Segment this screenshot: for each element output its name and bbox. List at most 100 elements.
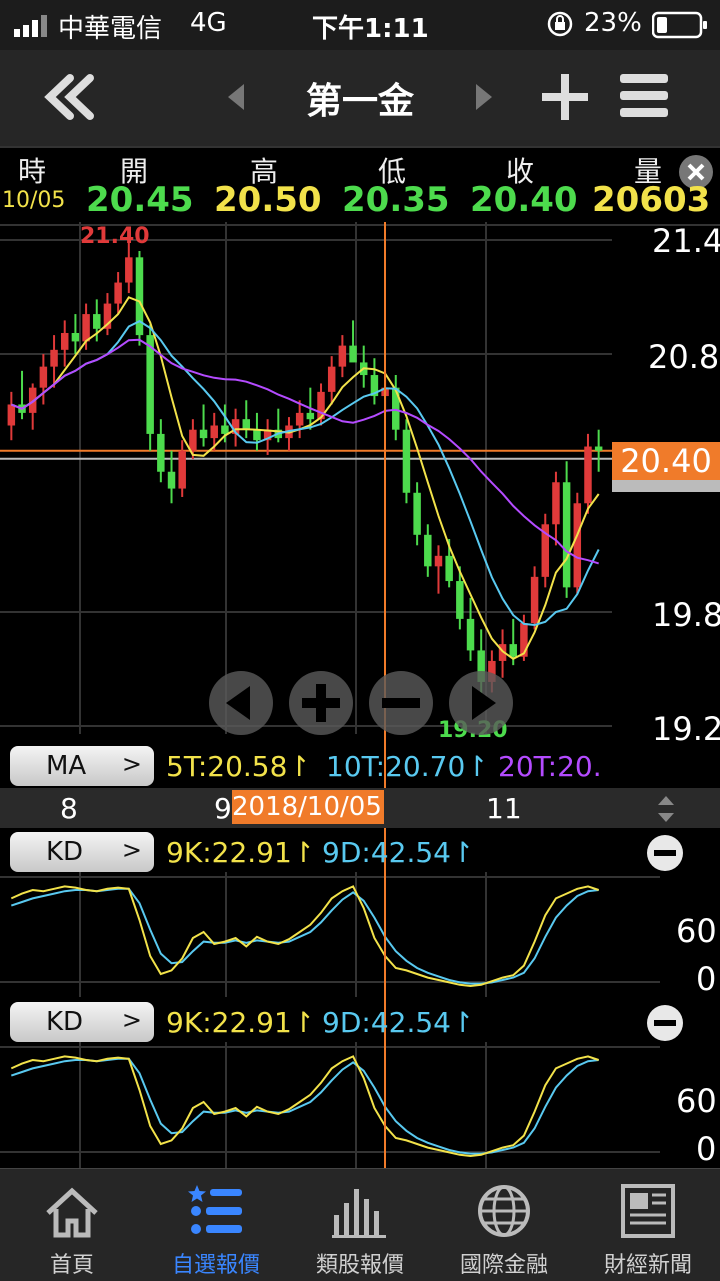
candle-body [210, 425, 218, 439]
carrier-name: 中華電信 [58, 14, 163, 44]
candle-body [50, 349, 58, 367]
kd-d-value-2: 9D:42.54↾ [322, 1006, 475, 1039]
candle-body [327, 366, 336, 392]
kd-indicator-button[interactable]: KD > [10, 832, 154, 872]
price-axis-label: 20.8 [648, 338, 720, 376]
kd-k-value: 9K:22.91↾ [166, 836, 316, 869]
tab-news[interactable]: 財經新聞 [576, 1169, 720, 1281]
kd-axis-label: 0 [696, 960, 717, 998]
candle-body [157, 433, 165, 472]
candle-body [189, 429, 197, 451]
stock-title: 第一金 [305, 81, 414, 122]
ma5-line [10, 296, 600, 660]
back-double-chevron-icon[interactable] [40, 72, 96, 126]
signal-icon [14, 14, 52, 44]
tab-sectors[interactable]: 類股報價 [288, 1169, 432, 1281]
newspaper-icon [621, 1184, 675, 1238]
kd-d-line [10, 887, 599, 985]
candle-body [456, 581, 464, 619]
ma10-value: 10T:20.70↾ [326, 750, 489, 783]
candle-body [584, 446, 592, 504]
kd-indicator-button-2[interactable]: KD > [10, 1002, 154, 1042]
zoom-out-button[interactable] [368, 670, 434, 740]
next-stock-icon[interactable] [474, 82, 494, 116]
candle-body [552, 482, 560, 525]
rotation-lock-icon [546, 10, 574, 45]
header-time: 時 [18, 155, 47, 188]
scroll-left-button[interactable] [208, 670, 274, 740]
candle-body [39, 366, 48, 388]
remove-panel-icon-2[interactable] [646, 1004, 684, 1046]
menu-icon[interactable] [620, 74, 668, 122]
zoom-in-button[interactable] [288, 670, 354, 740]
ma10-line [10, 320, 600, 627]
candle-body [530, 576, 539, 624]
candle-body [424, 534, 432, 567]
high-price-label: 21.40 [80, 224, 150, 249]
candle-body [242, 419, 251, 430]
battery-icon [651, 11, 708, 46]
kd-d-value: 9D:42.54↾ [322, 836, 475, 869]
price-tag-shadow [612, 480, 720, 492]
candle-body [167, 471, 176, 489]
candle-body [82, 314, 90, 342]
home-icon [46, 1187, 98, 1238]
kd-k-value-2: 9K:22.91↾ [166, 1006, 316, 1039]
kd-d-line [10, 1057, 599, 1155]
kd-axis-label: 0 [696, 1130, 717, 1168]
status-time: 下午1:11 [312, 14, 429, 44]
candle-body [402, 429, 411, 493]
candle-body [434, 555, 443, 567]
date-axis-label: 9 [214, 792, 232, 825]
quote-high: 20.50 [214, 180, 322, 220]
ma20-value: 20T:20. [498, 750, 602, 783]
cursor-date-label: 2018/10/05 [232, 790, 384, 824]
candle-body [306, 412, 315, 420]
remove-panel-icon[interactable] [646, 834, 684, 876]
candle-body [199, 429, 208, 439]
candle-body [413, 492, 421, 535]
tab-bar: 首頁 自選報價 類股報價 國際金融 財經新聞 [0, 1168, 720, 1281]
price-axis-label: 19.2 [652, 710, 720, 748]
candle-body [338, 345, 347, 367]
candle-body [221, 425, 229, 434]
candle-body [562, 482, 571, 588]
candle-body [594, 446, 603, 451]
chevron-right-icon: > [121, 836, 142, 864]
tab-international[interactable]: 國際金融 [432, 1169, 576, 1281]
candle-body [60, 333, 69, 350]
current-price-tag: 20.40 [612, 442, 720, 480]
status-bar: 中華電信 4G 下午1:11 23% [0, 0, 720, 50]
chevron-right-icon: > [121, 1006, 142, 1034]
resize-handle-icon[interactable] [656, 794, 676, 828]
quote-open: 20.45 [86, 180, 194, 220]
ma-indicator-button[interactable]: MA > [10, 746, 154, 786]
kd-axis-label: 60 [676, 1082, 717, 1120]
candle-body [295, 412, 304, 426]
candle-body [466, 618, 475, 651]
price-axis-label: 19.8 [652, 596, 720, 634]
battery-percent: 23% [584, 8, 642, 38]
candle-body [146, 335, 154, 434]
tab-watchlist[interactable]: 自選報價 [144, 1169, 288, 1281]
candle-body [125, 257, 133, 283]
kd-axis-label: 60 [676, 912, 717, 950]
quote-volume: 20603 [592, 180, 711, 220]
candle-body [178, 450, 186, 489]
date-axis-label: 11 [486, 792, 522, 825]
price-axis-label: 21.4 [652, 222, 720, 260]
candle-body [93, 314, 101, 329]
date-axis-label: 8 [60, 792, 78, 825]
candle-body [573, 503, 582, 588]
candle-body [253, 429, 261, 441]
candle-body [509, 644, 517, 657]
nav-bar: 第一金 [0, 50, 720, 146]
prev-stock-icon[interactable] [226, 82, 246, 116]
candle-body [71, 333, 80, 342]
add-icon[interactable] [542, 74, 588, 124]
candle-body [445, 555, 453, 582]
tab-home[interactable]: 首頁 [0, 1169, 144, 1281]
scroll-right-button[interactable] [448, 670, 514, 740]
starred-list-icon [188, 1185, 242, 1234]
chart-area[interactable]: 21.4 20.8 19.8 19.2 20.40 21.40 19.20 MA… [0, 222, 720, 1168]
